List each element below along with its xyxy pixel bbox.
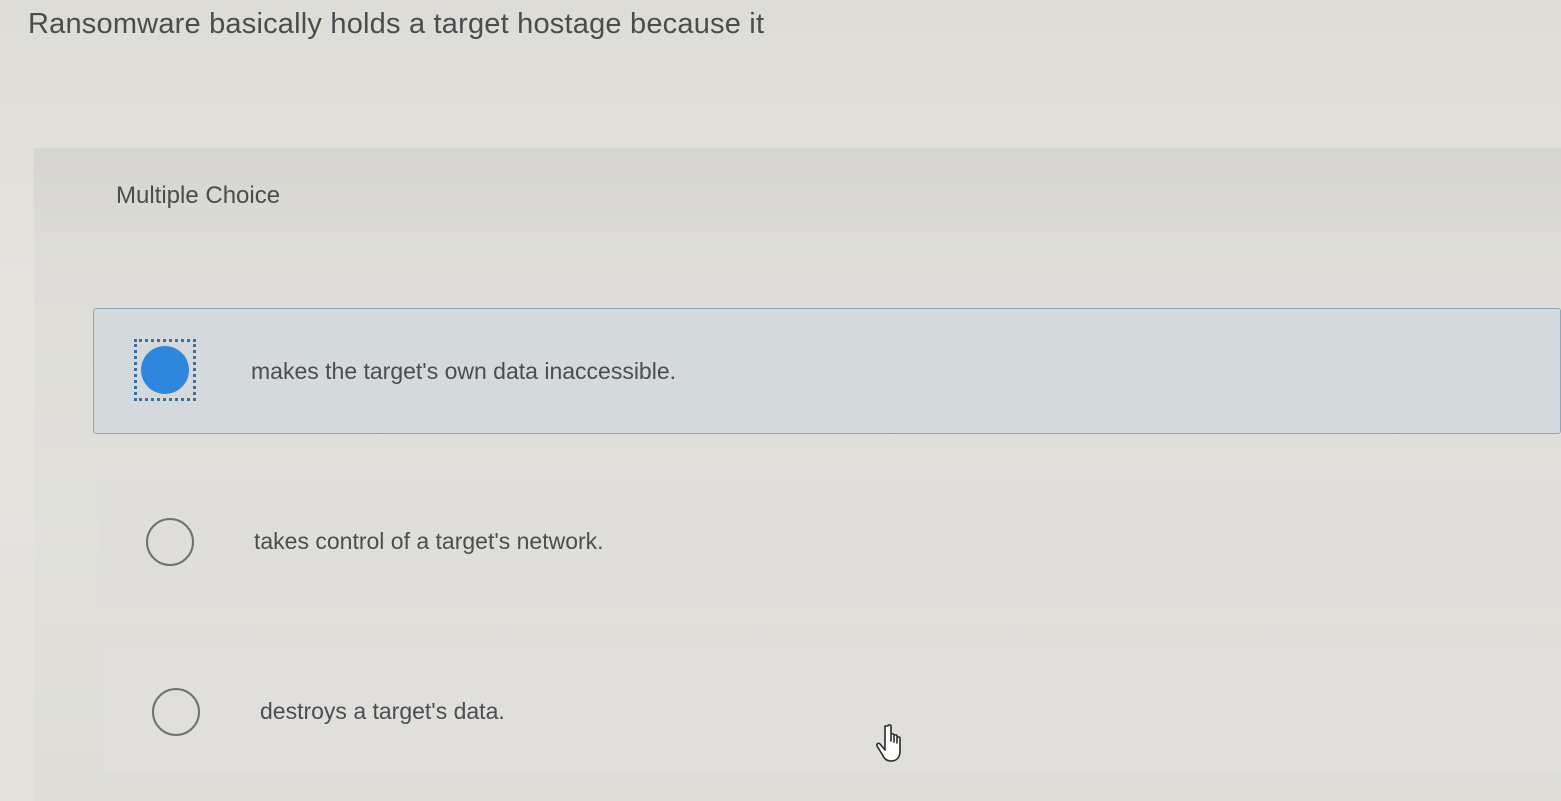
answer-option-1[interactable]: makes the target's own data inaccessible…	[93, 308, 1561, 434]
multiple-choice-panel: Multiple Choice makes the target's own d…	[34, 148, 1561, 801]
radio-unselected-icon[interactable]	[146, 518, 194, 566]
question-type-label: Multiple Choice	[116, 182, 281, 209]
answer-option-label[interactable]: destroys a target's data.	[260, 698, 505, 725]
hand-pointer-icon	[875, 724, 901, 762]
radio-unselected-icon[interactable]	[152, 688, 200, 736]
answer-option-2[interactable]: takes control of a target's network.	[98, 478, 1561, 604]
radio-selected-icon[interactable]	[141, 346, 189, 394]
answer-option-label[interactable]: makes the target's own data inaccessible…	[251, 358, 676, 385]
radio-focus-ring[interactable]	[134, 339, 196, 401]
answer-option-label[interactable]: takes control of a target's network.	[254, 528, 604, 555]
answer-option-3[interactable]: destroys a target's data.	[104, 648, 1561, 774]
question-text: Ransomware basically holds a target host…	[28, 8, 765, 40]
